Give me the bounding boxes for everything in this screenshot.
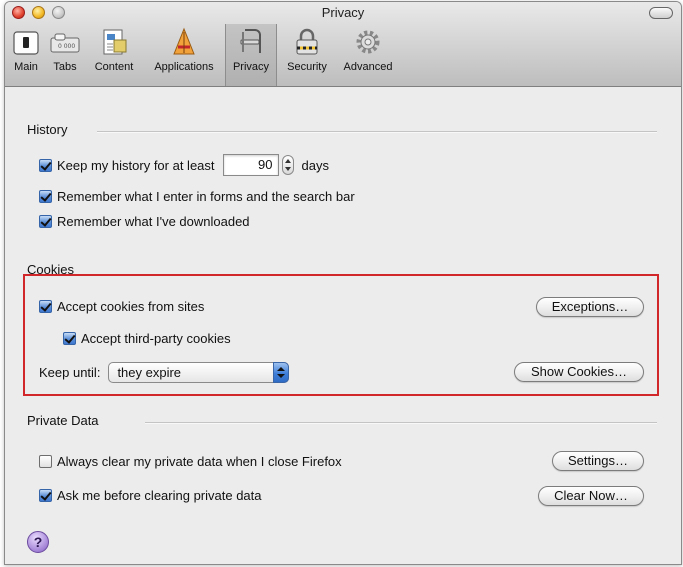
accept-cookies-label: Accept cookies from sites: [57, 299, 205, 314]
preferences-window: Privacy Main 0 000 Tabs Content Applicat…: [4, 1, 682, 565]
settings-button[interactable]: Settings…: [552, 451, 644, 471]
remember-forms-row: Remember what I enter in forms and the s…: [39, 189, 355, 204]
private-data-divider: [145, 422, 657, 424]
ask-before-row: Ask me before clearing private data: [39, 488, 262, 503]
tabs-icon: 0 000: [50, 33, 80, 53]
remember-downloads-checkbox[interactable]: [39, 215, 52, 228]
third-party-cookies-label: Accept third-party cookies: [81, 331, 231, 346]
keep-history-label: Keep my history for at least: [57, 157, 215, 173]
applications-icon: [173, 27, 195, 55]
always-clear-checkbox[interactable]: [39, 455, 52, 468]
accept-cookies-row: Accept cookies from sites: [39, 299, 204, 314]
history-divider: [97, 131, 657, 133]
ask-before-clearing-checkbox[interactable]: [39, 489, 52, 502]
toolbar-toggle-button[interactable]: [649, 7, 673, 19]
window-title: Privacy: [321, 5, 365, 20]
days-label: days: [301, 157, 329, 173]
tab-advanced[interactable]: Advanced: [337, 24, 399, 86]
key-icon: [240, 29, 261, 53]
keep-until-select[interactable]: they expire: [108, 362, 290, 383]
accept-cookies-checkbox[interactable]: [39, 300, 52, 313]
content-icon: [103, 29, 127, 55]
ask-before-clearing-label: Ask me before clearing private data: [57, 488, 262, 503]
gear-icon: [356, 30, 380, 54]
help-button[interactable]: ?: [27, 531, 49, 553]
keep-until-value: they expire: [117, 365, 182, 380]
tab-security[interactable]: Security: [277, 24, 337, 86]
select-arrows-icon: [273, 362, 290, 383]
tab-tabs[interactable]: 0 000 Tabs: [45, 24, 85, 86]
svg-text:0 000: 0 000: [58, 43, 75, 50]
remember-downloads-row: Remember what I've downloaded: [39, 214, 250, 229]
history-heading: History: [27, 122, 68, 137]
history-days-input[interactable]: 90: [222, 154, 279, 176]
always-clear-row: Always clear my private data when I clos…: [39, 454, 342, 469]
third-party-row: Accept third-party cookies: [63, 331, 231, 346]
preferences-toolbar: Main 0 000 Tabs Content Applications Pri…: [7, 24, 399, 86]
keep-until-row: Keep until: they expire: [39, 362, 290, 383]
keep-history-row: Keep my history for at least 90 days: [39, 154, 329, 176]
switch-icon: [13, 31, 39, 55]
history-days-stepper[interactable]: [281, 155, 294, 175]
always-clear-label: Always clear my private data when I clos…: [57, 454, 342, 469]
show-cookies-button[interactable]: Show Cookies…: [514, 362, 644, 382]
tab-content[interactable]: Content: [85, 24, 143, 86]
private-data-heading: Private Data: [27, 413, 99, 428]
lock-icon: [296, 28, 318, 55]
keep-history-checkbox[interactable]: [39, 158, 52, 172]
help-icon: ?: [33, 534, 43, 550]
tab-privacy[interactable]: Privacy: [225, 24, 277, 86]
keep-until-label: Keep until:: [39, 365, 101, 380]
clear-now-button[interactable]: Clear Now…: [538, 486, 644, 506]
title-bar: Privacy Main 0 000 Tabs Content Applicat…: [5, 2, 681, 87]
remember-forms-checkbox[interactable]: [39, 190, 52, 203]
tab-applications[interactable]: Applications: [143, 24, 225, 86]
remember-downloads-label: Remember what I've downloaded: [57, 214, 250, 229]
exceptions-button[interactable]: Exceptions…: [536, 297, 644, 317]
remember-forms-label: Remember what I enter in forms and the s…: [57, 189, 355, 204]
privacy-pane: History Keep my history for at least 90 …: [5, 87, 681, 564]
third-party-cookies-checkbox[interactable]: [63, 332, 76, 345]
tab-main[interactable]: Main: [7, 24, 45, 86]
